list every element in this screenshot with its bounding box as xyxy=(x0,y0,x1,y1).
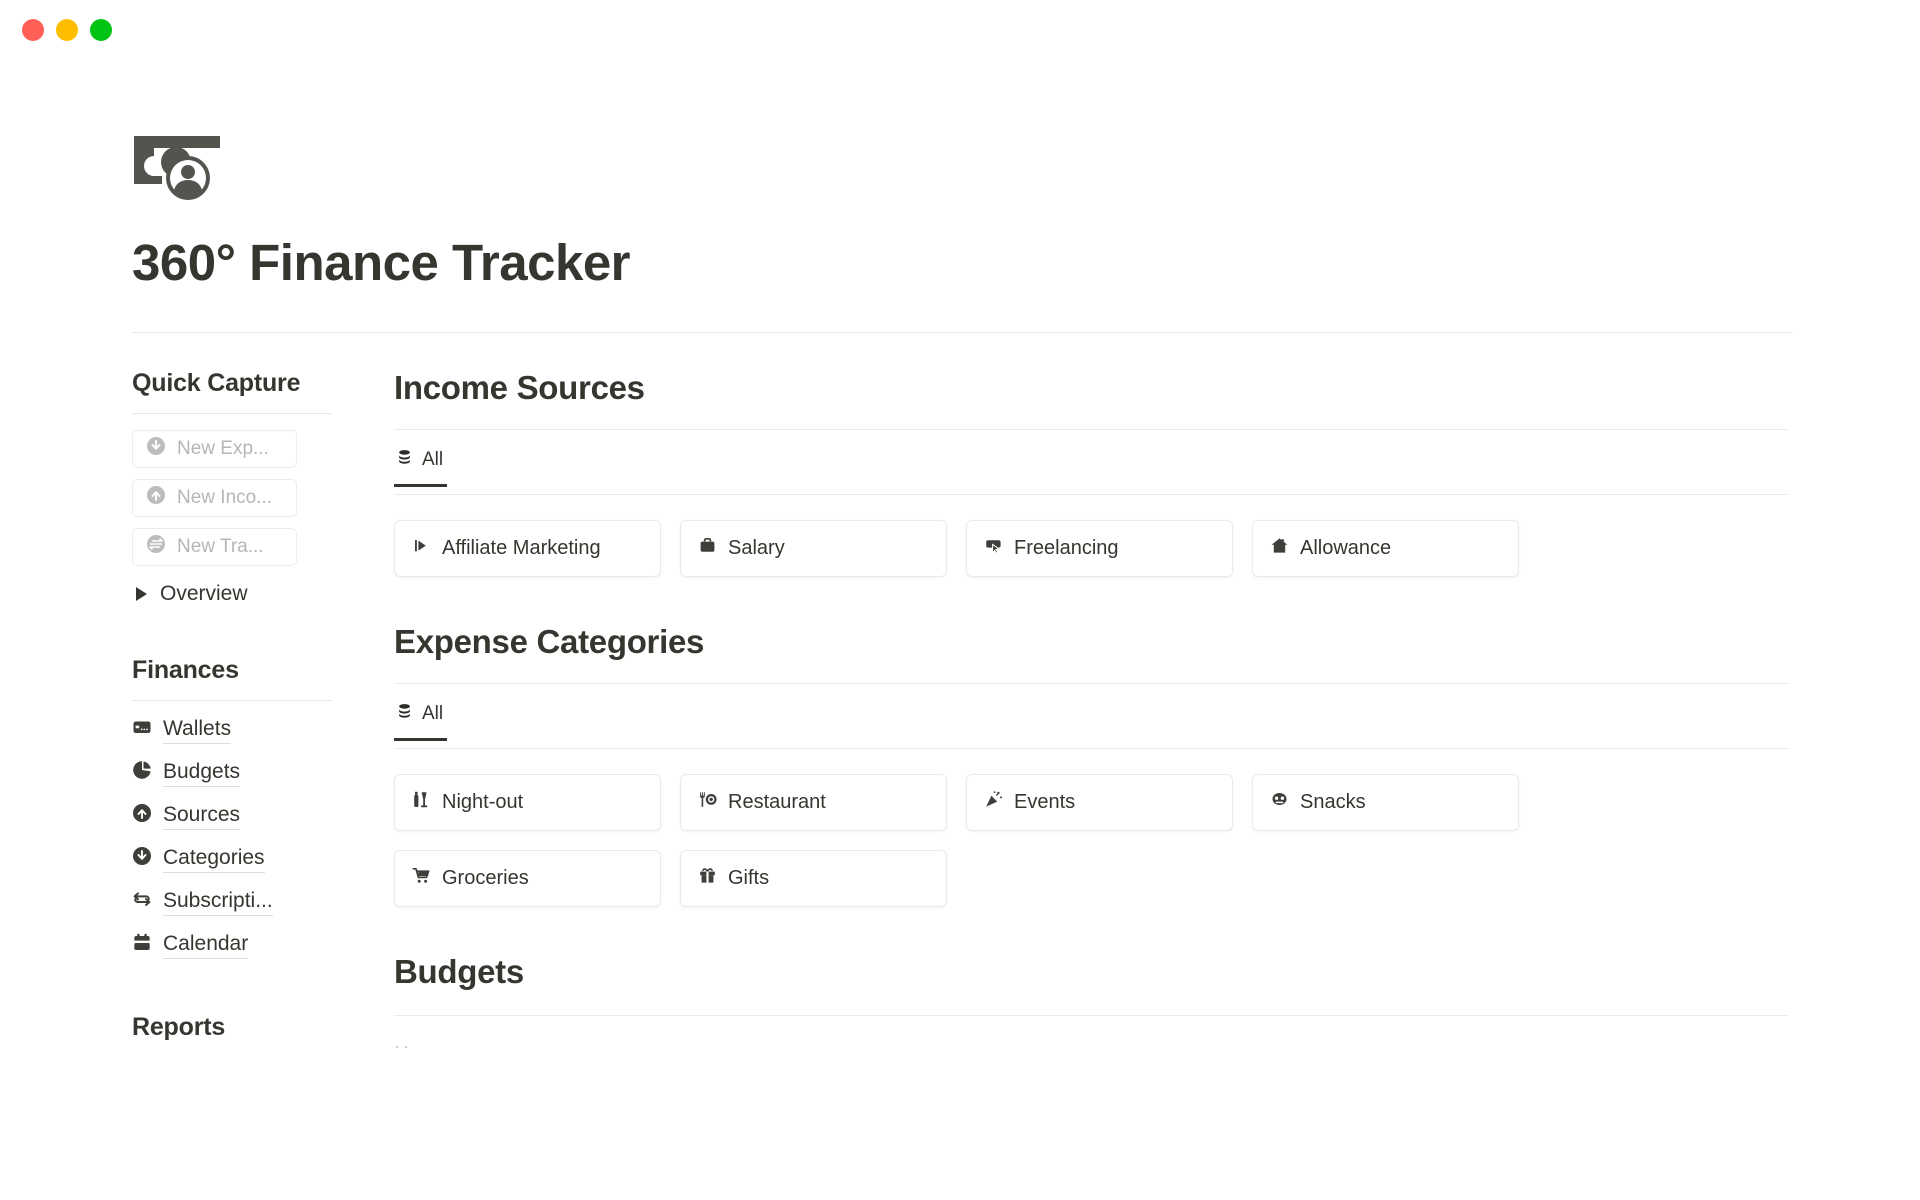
house-icon xyxy=(1270,536,1289,561)
expense-categories-card-grid: Night-out Restaurant Events Snacks Groce… xyxy=(394,773,1788,907)
sidebar-item-sources[interactable]: Sources xyxy=(132,803,322,830)
new-transfer-label: New Tra... xyxy=(177,535,264,557)
section-divider xyxy=(394,1014,1788,1016)
arrow-down-circle-icon xyxy=(146,436,166,462)
card-label: Salary xyxy=(728,536,785,559)
card-label: Allowance xyxy=(1300,536,1392,559)
arrow-up-circle-icon xyxy=(146,485,166,511)
sidebar-section-finances: Finances Wallets Budgets Sources Categor… xyxy=(132,655,332,959)
main-content: Income Sources All Affiliate Marketing S… xyxy=(332,369,1788,1103)
tab-label: All xyxy=(422,449,444,471)
page-container: 360° Finance Tracker Quick Capture New E… xyxy=(0,60,1920,1103)
window-minimize-button[interactable] xyxy=(56,19,78,41)
database-stack-icon xyxy=(396,703,413,726)
sidebar-item-calendar[interactable]: Calendar xyxy=(132,932,322,959)
briefcase-icon xyxy=(698,536,717,561)
sidebar-divider xyxy=(132,699,332,701)
card-label: Groceries xyxy=(442,866,529,889)
sidebar-section-quick-capture: Quick Capture New Exp... New Inco... New… xyxy=(132,368,332,606)
calendar-icon xyxy=(132,932,152,958)
income-sources-card-grid: Affiliate Marketing Salary Freelancing A… xyxy=(394,519,1788,577)
transfer-circle-icon xyxy=(146,534,166,560)
expense-categories-title: Expense Categories xyxy=(394,622,705,660)
card-snacks[interactable]: Snacks xyxy=(1252,773,1519,831)
budgets-title: Budgets xyxy=(394,952,524,990)
income-sources-tabbar: All xyxy=(394,449,1788,495)
finances-heading: Finances xyxy=(132,655,239,684)
shopping-cart-icon xyxy=(412,866,431,891)
section-divider xyxy=(394,428,1788,430)
card-salary[interactable]: Salary xyxy=(680,519,947,577)
new-expense-label: New Exp... xyxy=(177,437,269,459)
database-stack-icon xyxy=(396,449,413,472)
card-label: Restaurant xyxy=(728,790,826,813)
refresh-sync-icon xyxy=(132,889,152,915)
card-allowance[interactable]: Allowance xyxy=(1252,519,1519,577)
banknote-portrait-icon xyxy=(132,134,1788,210)
sidebar-item-budgets[interactable]: Budgets xyxy=(132,760,322,787)
card-gifts[interactable]: Gifts xyxy=(680,849,947,907)
section-expense-categories: Expense Categories All Night-out Restaur… xyxy=(394,623,1788,907)
sidebar-item-categories[interactable]: Categories xyxy=(132,846,322,873)
page-header: 360° Finance Tracker xyxy=(132,60,1793,333)
sidebar-item-label: Subscripti... xyxy=(163,889,273,916)
tab-all-expenses[interactable]: All xyxy=(394,703,457,741)
tab-label: All xyxy=(422,703,444,725)
sidebar-item-overview[interactable]: Overview xyxy=(132,582,322,606)
card-label: Events xyxy=(1014,790,1076,813)
card-label: Night-out xyxy=(442,790,524,813)
new-expense-button[interactable]: New Exp... xyxy=(132,429,297,468)
sidebar-item-label: Budgets xyxy=(163,760,241,787)
sidebar-item-wallets[interactable]: Wallets xyxy=(132,717,322,744)
sidebar-item-label: Calendar xyxy=(163,932,249,959)
quick-capture-heading: Quick Capture xyxy=(132,368,301,397)
fork-plate-icon xyxy=(698,790,717,815)
sidebar-item-label: Categories xyxy=(163,846,265,873)
triangle-right-icon xyxy=(136,586,147,601)
body-columns: Quick Capture New Exp... New Inco... New… xyxy=(132,333,1788,1103)
bottle-glass-icon xyxy=(412,790,431,815)
new-transfer-button[interactable]: New Tra... xyxy=(132,527,297,566)
sidebar-item-subscriptions[interactable]: Subscripti... xyxy=(132,889,322,916)
section-income-sources: Income Sources All Affiliate Marketing S… xyxy=(394,369,1788,577)
card-label: Gifts xyxy=(728,866,770,889)
sidebar-item-label: Wallets xyxy=(163,717,232,744)
expense-categories-tabbar: All xyxy=(394,703,1788,749)
card-label: Affiliate Marketing xyxy=(442,536,601,559)
confetti-icon xyxy=(984,790,1003,815)
card-events[interactable]: Events xyxy=(966,773,1233,831)
pie-chart-icon xyxy=(132,760,152,786)
cursor-click-icon xyxy=(984,536,1003,561)
reports-heading: Reports xyxy=(132,1012,226,1041)
sidebar: Quick Capture New Exp... New Inco... New… xyxy=(132,369,332,1096)
pretzel-icon xyxy=(1270,790,1289,815)
credit-card-icon xyxy=(132,717,152,743)
budgets-loading-indicator: ·· xyxy=(394,1035,412,1056)
income-sources-title: Income Sources xyxy=(394,368,645,406)
window-close-button[interactable] xyxy=(22,19,44,41)
sidebar-section-reports: Reports xyxy=(132,1013,322,1042)
card-night-out[interactable]: Night-out xyxy=(394,773,661,831)
section-budgets: Budgets ·· xyxy=(394,953,1788,1057)
arrow-up-circle-icon xyxy=(132,803,152,829)
card-groceries[interactable]: Groceries xyxy=(394,849,661,907)
arrow-down-circle-icon xyxy=(132,846,152,872)
section-divider xyxy=(394,682,1788,684)
card-freelancing[interactable]: Freelancing xyxy=(966,519,1233,577)
new-income-label: New Inco... xyxy=(177,486,273,508)
card-affiliate-marketing[interactable]: Affiliate Marketing xyxy=(394,519,661,577)
new-income-button[interactable]: New Inco... xyxy=(132,478,297,517)
card-restaurant[interactable]: Restaurant xyxy=(680,773,947,831)
window-titlebar xyxy=(0,0,1920,60)
tab-all-income[interactable]: All xyxy=(394,449,457,487)
card-label: Freelancing xyxy=(1014,536,1119,559)
sidebar-item-label: Sources xyxy=(163,803,241,830)
window-maximize-button[interactable] xyxy=(90,19,112,41)
sidebar-divider xyxy=(132,412,332,414)
gift-icon xyxy=(698,866,717,891)
page-title: 360° Finance Tracker xyxy=(132,234,631,291)
flag-play-icon xyxy=(412,536,431,561)
overview-label: Overview xyxy=(160,581,248,605)
card-label: Snacks xyxy=(1300,790,1366,813)
